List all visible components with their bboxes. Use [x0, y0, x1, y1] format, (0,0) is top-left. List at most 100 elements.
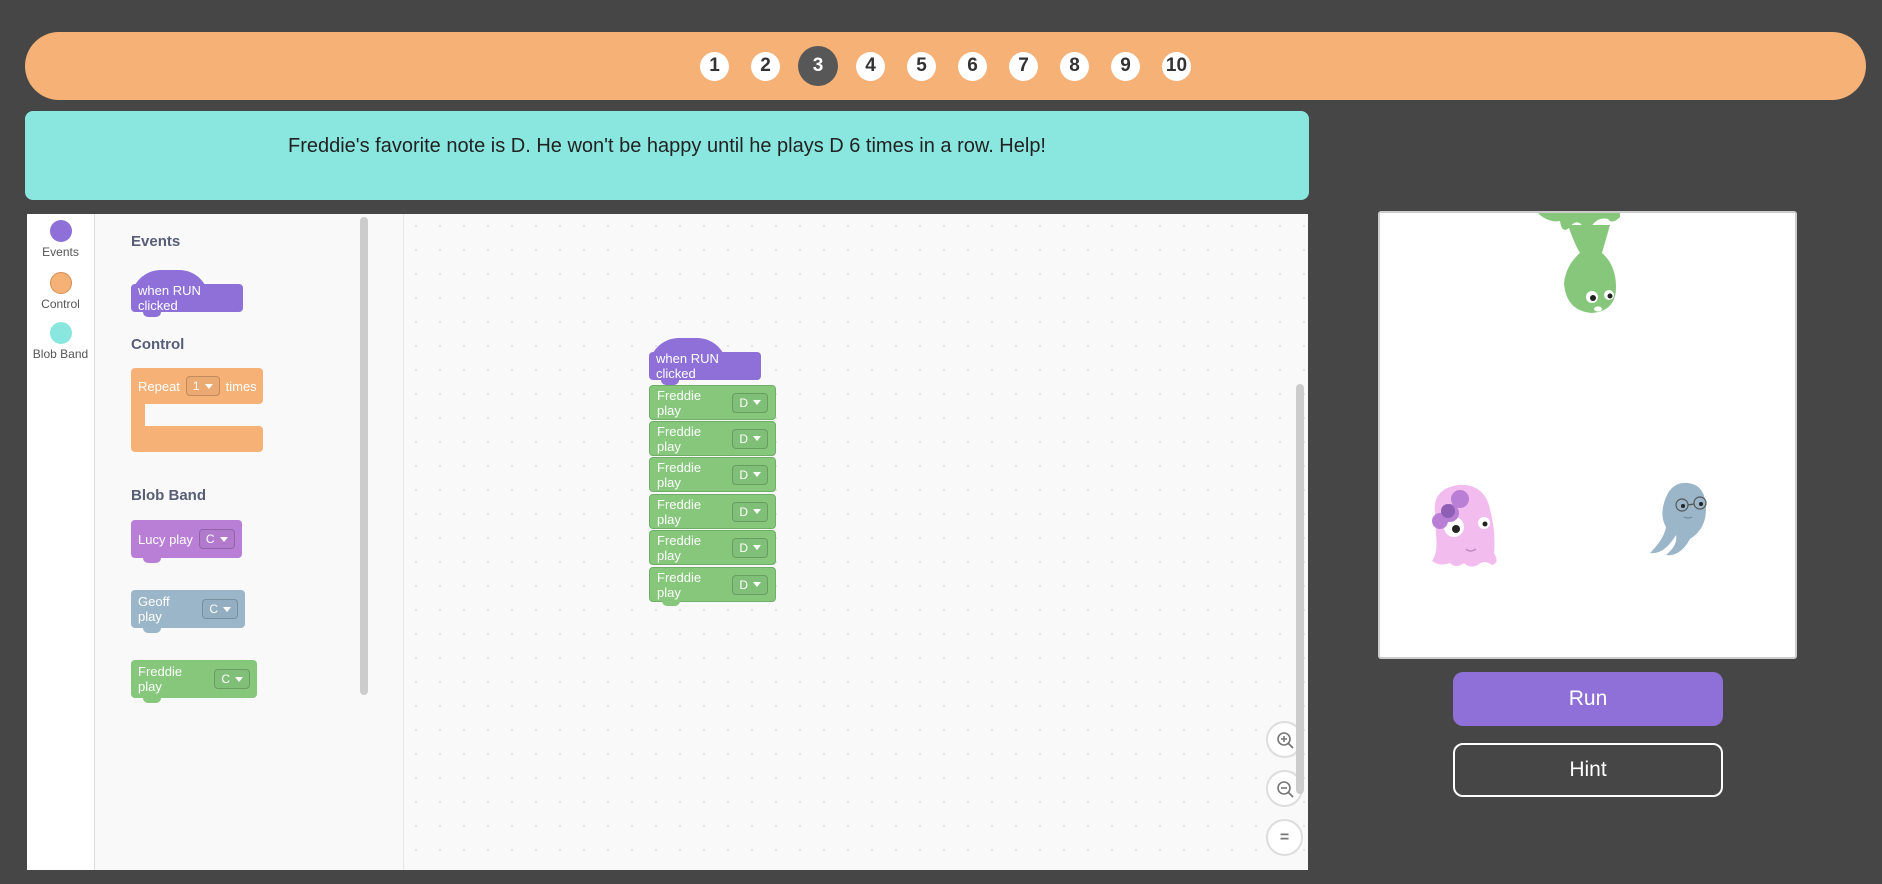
freddie-play-block[interactable]: Freddie play D [649, 385, 776, 420]
hint-button[interactable]: Hint [1453, 743, 1723, 797]
note-value: D [739, 467, 748, 482]
block-label: Freddie play [657, 532, 702, 563]
level-7-button[interactable]: 7 [1009, 51, 1038, 81]
geoff-play-block[interactable]: Geoff play C [131, 590, 245, 633]
freddie-play-block[interactable]: Freddie play D [649, 457, 776, 492]
script-canvas[interactable]: when RUN clicked Freddie play D Freddie … [404, 214, 1308, 870]
chevron-down-icon [753, 436, 761, 441]
chevron-down-icon [204, 383, 213, 389]
events-color-dot [49, 220, 72, 242]
geoff-blue-blob-icon [1650, 482, 1707, 556]
category-label: Blob Band [32, 347, 89, 361]
level-4-button[interactable]: 4 [856, 51, 885, 81]
zoom-reset-button[interactable]: = [1266, 819, 1303, 856]
chevron-down-icon [753, 509, 761, 514]
note-dropdown[interactable]: D [732, 428, 768, 449]
freddie-green-blob-icon [1538, 213, 1620, 313]
when-run-clicked-block[interactable]: when RUN clicked [649, 338, 761, 385]
note-value: D [739, 540, 748, 555]
note-value: D [739, 504, 748, 519]
block-label: Freddie play [657, 496, 702, 527]
stage-scene [1432, 213, 1707, 567]
block-label: Freddie play [657, 423, 702, 454]
level-10-button[interactable]: 10 [1162, 51, 1191, 81]
lucy-pink-blob-icon [1432, 484, 1497, 567]
note-dropdown[interactable]: D [732, 464, 768, 485]
block-label: Freddie play [657, 569, 702, 600]
stage-preview [1378, 211, 1797, 659]
level-selector: 1 2 3 4 5 6 7 8 9 10 [25, 32, 1866, 100]
category-blob-band[interactable]: Blob Band [27, 322, 94, 361]
control-section-title: Control [131, 336, 185, 353]
note-dropdown[interactable]: D [732, 574, 768, 595]
note-dropdown[interactable]: C [202, 599, 238, 619]
instructions-text: Freddie's favorite note is D. He won't b… [287, 135, 1046, 157]
block-notch [143, 697, 161, 703]
chevron-down-icon [753, 400, 761, 405]
zoom-out-icon [1276, 780, 1294, 798]
zoom-in-icon [1276, 731, 1294, 749]
canvas-scrollbar[interactable] [1296, 384, 1304, 794]
freddie-play-block[interactable]: Freddie play D [649, 421, 776, 456]
run-button[interactable]: Run [1453, 672, 1723, 726]
category-label: Control [41, 297, 80, 311]
chevron-down-icon [753, 472, 761, 477]
level-2-button[interactable]: 2 [751, 51, 780, 81]
block-notch [143, 557, 161, 563]
blob-band-section-title: Blob Band [131, 487, 206, 504]
block-label: when RUN clicked [656, 351, 719, 381]
level-6-button[interactable]: 6 [958, 51, 987, 81]
when-run-clicked-block[interactable]: when RUN clicked [131, 270, 243, 317]
note-value: C [221, 672, 230, 686]
level-9-button[interactable]: 9 [1111, 51, 1140, 81]
repeat-count-dropdown[interactable]: 1 [185, 376, 220, 396]
block-notch [143, 627, 161, 633]
freddie-play-block[interactable]: Freddie play C [131, 660, 257, 703]
note-dropdown[interactable]: D [732, 392, 768, 413]
blocks-workspace: Events Control Blob Band Events when RUN… [27, 214, 1308, 870]
chevron-down-icon [219, 536, 228, 542]
note-value: C [205, 532, 215, 546]
chevron-down-icon [753, 582, 761, 587]
chevron-down-icon [223, 606, 231, 612]
block-flyout: Events when RUN clicked Control Repeat 1… [95, 214, 405, 870]
block-label: Geoff play [138, 594, 170, 624]
repeat-block-footer [131, 426, 263, 452]
note-value: C [209, 602, 218, 616]
repeat-label: Repeat [138, 378, 180, 394]
times-label: times [225, 378, 257, 394]
block-label: Freddie play [657, 459, 702, 490]
category-toolbox: Events Control Blob Band [27, 214, 95, 870]
block-label: when RUN clicked [138, 283, 201, 313]
block-notch [143, 311, 161, 317]
note-dropdown[interactable]: D [732, 537, 768, 558]
note-value: D [739, 431, 748, 446]
level-8-button[interactable]: 8 [1060, 51, 1089, 81]
level-3-button[interactable]: 3 [798, 46, 838, 86]
category-control[interactable]: Control [27, 272, 94, 311]
note-dropdown[interactable]: C [198, 529, 235, 549]
note-value: D [739, 395, 748, 410]
blob-band-color-dot [49, 322, 72, 344]
events-section-title: Events [131, 233, 181, 250]
note-dropdown[interactable]: D [732, 501, 768, 522]
category-events[interactable]: Events [27, 220, 94, 259]
repeat-block[interactable]: Repeat 1 times [131, 368, 263, 452]
repeat-block-header[interactable]: Repeat 1 times [131, 368, 263, 404]
flyout-scrollbar[interactable] [360, 217, 368, 695]
instructions-banner: Freddie's favorite note is D. He won't b… [25, 111, 1309, 200]
level-5-button[interactable]: 5 [907, 51, 936, 81]
freddie-play-block[interactable]: Freddie play D [649, 530, 776, 565]
note-value: D [739, 577, 748, 592]
category-label: Events [42, 245, 79, 259]
freddie-play-block[interactable]: Freddie play D [649, 567, 776, 606]
chevron-down-icon [753, 545, 761, 550]
control-color-dot [49, 272, 72, 294]
lucy-play-block[interactable]: Lucy play C [131, 520, 242, 563]
level-1-button[interactable]: 1 [700, 51, 729, 81]
block-notch [662, 600, 680, 606]
note-dropdown[interactable]: C [214, 669, 250, 689]
chevron-down-icon [235, 676, 243, 682]
freddie-play-block[interactable]: Freddie play D [649, 494, 776, 529]
block-label: Lucy play [138, 531, 193, 547]
